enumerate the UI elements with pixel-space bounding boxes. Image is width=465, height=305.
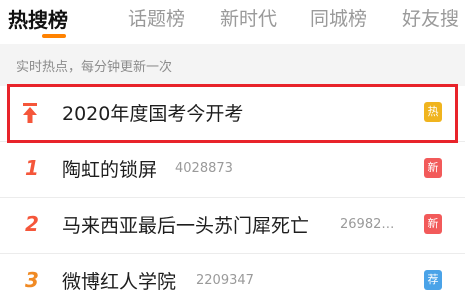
- search-count: 4028873: [175, 161, 233, 176]
- tab-local[interactable]: 同城榜: [310, 4, 367, 31]
- list-item[interactable]: 2 马来西亚最后一头苏门犀死亡 26982… 新: [0, 198, 465, 254]
- tab-hot-search[interactable]: 热搜榜: [8, 4, 68, 33]
- hot-search-list: 2020年度国考今开考 热 1 陶虹的锁屏 4028873 新 2 马来西亚最后…: [0, 86, 465, 305]
- list-item-pinned[interactable]: 2020年度国考今开考 热: [0, 86, 465, 142]
- active-tab-indicator: [42, 34, 66, 38]
- pin-top-icon: [23, 103, 37, 123]
- item-title: 2020年度国考今开考: [62, 103, 244, 125]
- tab-bar: 热搜榜 话题榜 新时代 同城榜 好友搜: [0, 0, 465, 44]
- item-title: 陶虹的锁屏: [62, 159, 158, 181]
- rank-number: 2: [25, 212, 39, 236]
- list-item[interactable]: 1 陶虹的锁屏 4028873 新: [0, 142, 465, 198]
- tab-new-era[interactable]: 新时代: [220, 4, 277, 31]
- item-title: 马来西亚最后一头苏门犀死亡: [62, 215, 310, 237]
- new-badge: 新: [424, 158, 442, 178]
- rank-number: 3: [25, 268, 39, 292]
- recommend-badge: 荐: [424, 270, 442, 290]
- rank-number: 1: [25, 156, 39, 180]
- update-notice: 实时热点，每分钟更新一次: [16, 60, 173, 75]
- tab-friends-search[interactable]: 好友搜: [402, 4, 459, 31]
- search-count: 2209347: [196, 273, 254, 288]
- hot-badge: 热: [424, 102, 442, 122]
- list-subheader: 实时热点，每分钟更新一次: [0, 44, 465, 86]
- item-title: 微博红人学院: [62, 271, 177, 293]
- tab-topics[interactable]: 话题榜: [128, 4, 185, 31]
- search-count: 26982…: [340, 217, 395, 232]
- new-badge: 新: [424, 214, 442, 234]
- list-item[interactable]: 3 微博红人学院 2209347 荐: [0, 254, 465, 305]
